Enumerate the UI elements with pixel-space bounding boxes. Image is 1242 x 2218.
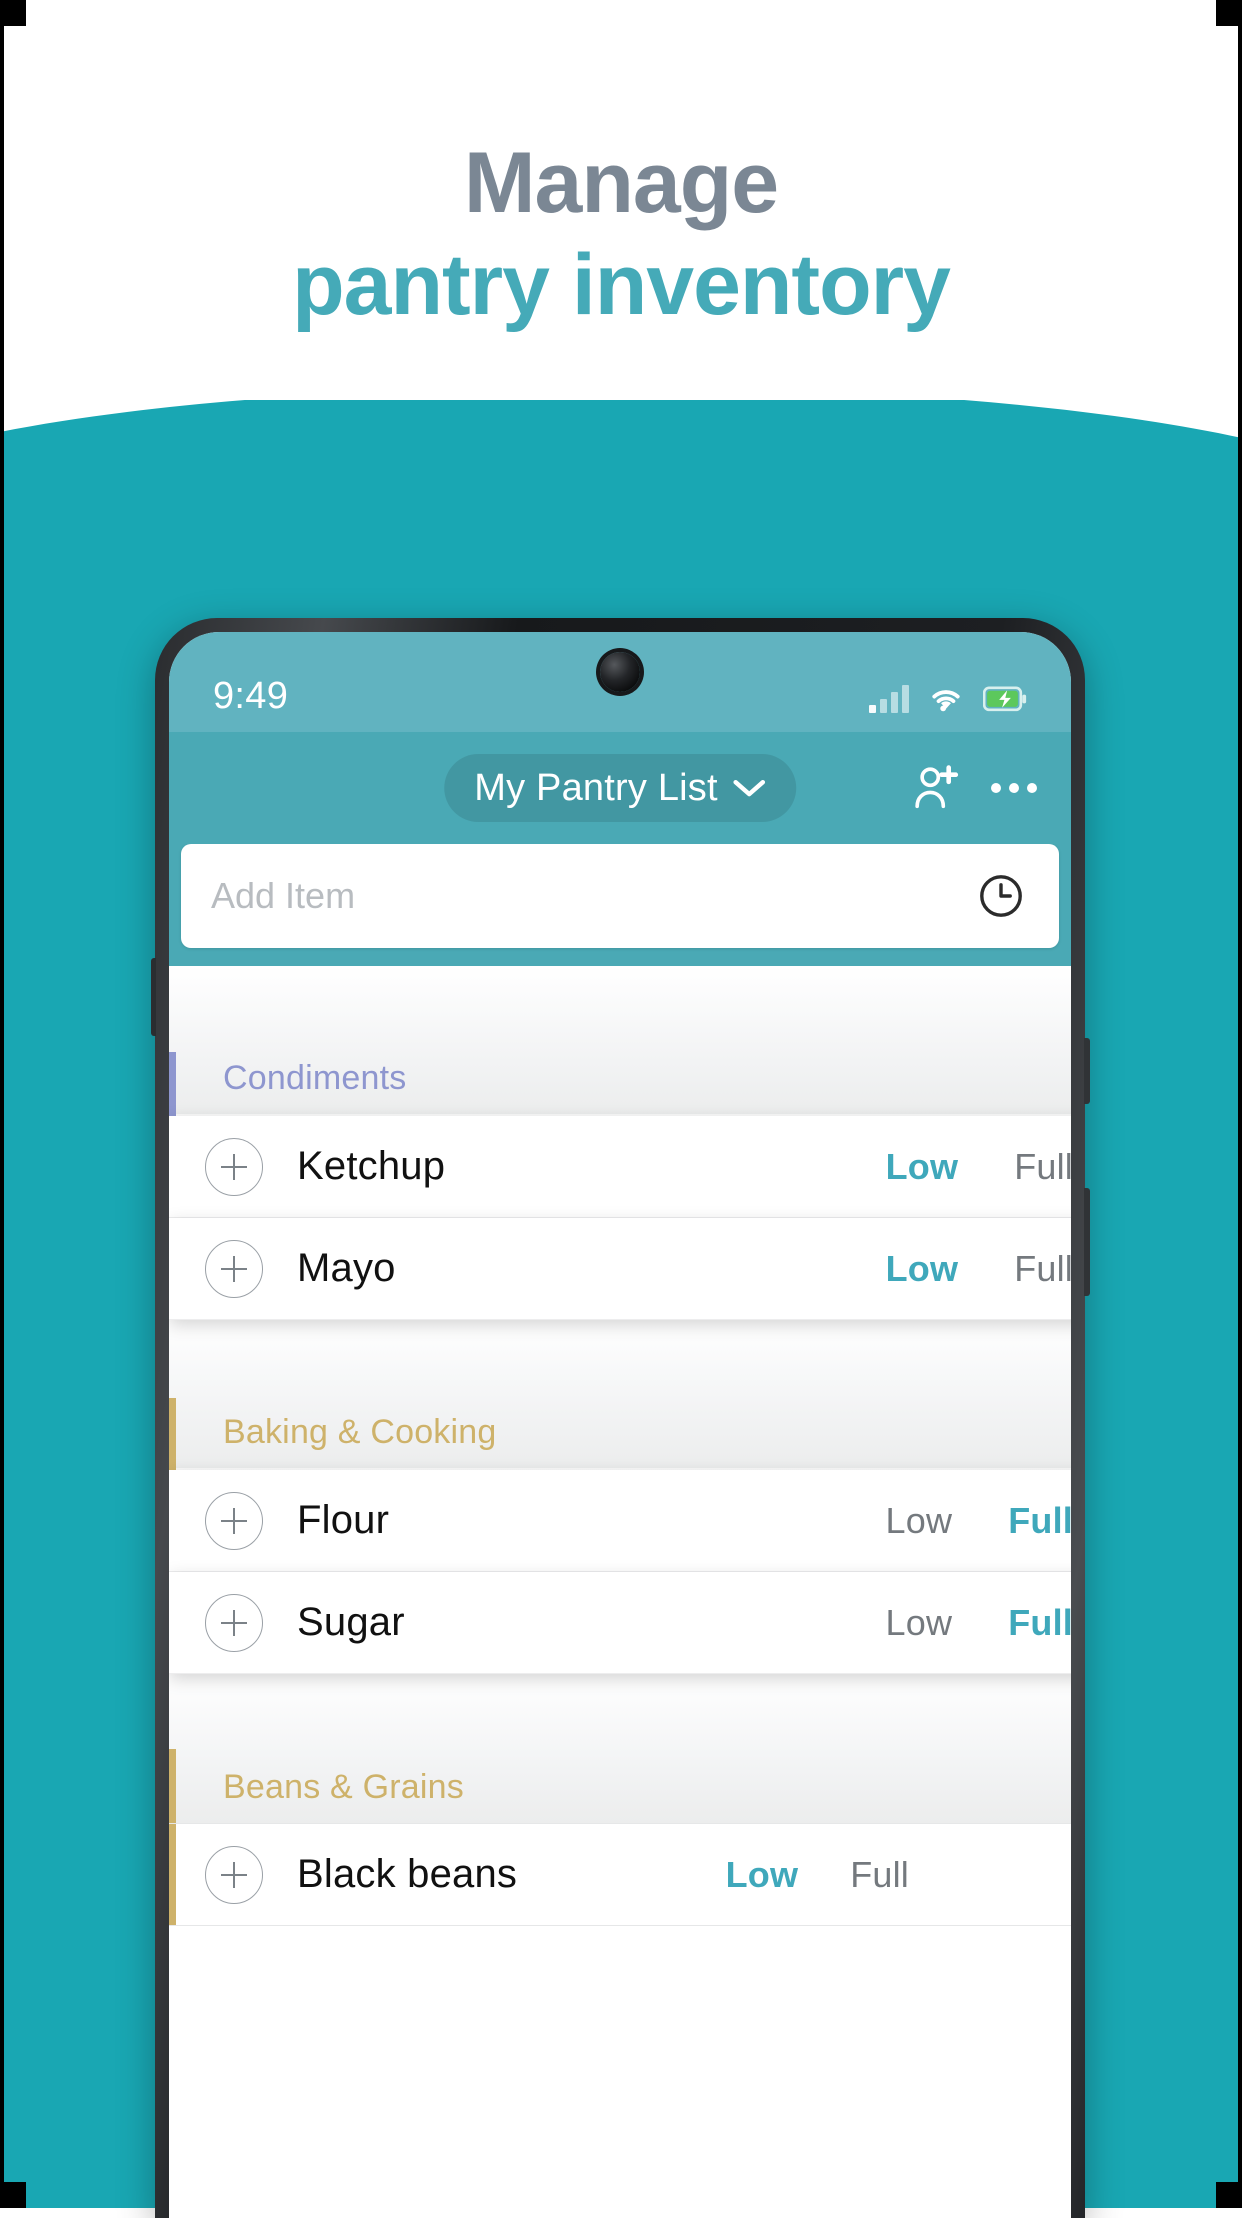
section-header-baking: Baking & Cooking <box>169 1318 1071 1468</box>
state-low[interactable]: Low <box>726 1854 799 1896</box>
table-row[interactable]: Ketchup Low Full <box>169 1116 1071 1218</box>
section-accent-bar <box>169 1749 176 1823</box>
add-quantity-button[interactable] <box>205 1239 263 1298</box>
pantry-list: Condiments Ketchup Low Full Mayo Low Ful… <box>169 966 1071 2218</box>
chevron-down-icon <box>732 780 765 797</box>
canvas-edge-left <box>0 0 4 2208</box>
list-empty-area <box>169 1926 1071 2218</box>
table-row[interactable]: Flour Low Full <box>169 1470 1071 1572</box>
list-selector-label: My Pantry List <box>474 766 718 809</box>
add-person-icon <box>915 765 959 809</box>
item-name: Flour <box>297 1498 390 1542</box>
state-full[interactable]: Full <box>1014 1146 1071 1188</box>
plus-icon-vertical <box>233 1255 235 1282</box>
state-full[interactable]: Full <box>1014 1248 1071 1290</box>
more-options-icon <box>991 783 1001 793</box>
more-options-icon-dot-2 <box>1009 783 1019 793</box>
section-accent-bar <box>169 1398 176 1468</box>
side-button-left[interactable] <box>151 958 156 1036</box>
canvas-edge-right <box>1238 0 1242 2208</box>
canvas-corner-top-right <box>1216 0 1242 26</box>
state-full[interactable]: Full <box>1008 1500 1071 1542</box>
add-quantity-button[interactable] <box>205 1593 263 1652</box>
item-state-toggle: Low Full <box>886 1602 1071 1644</box>
item-state-toggle: Low Full <box>886 1146 1071 1188</box>
state-low[interactable]: Low <box>886 1146 959 1188</box>
add-item-bar[interactable] <box>181 844 1059 948</box>
status-bar: 9:49 <box>169 632 1071 732</box>
more-options-button[interactable] <box>991 783 1037 793</box>
phone-screen: 9:49 My Pantry List Add Item Condiments … <box>169 632 1071 2218</box>
canvas-corner-top-left <box>0 0 26 26</box>
item-state-toggle: Low Full <box>726 1854 1071 1896</box>
plus-icon-vertical <box>233 1153 235 1180</box>
status-icons <box>869 683 1027 718</box>
state-full[interactable]: Full <box>850 1854 909 1896</box>
section-header-beans: Beans & Grains <box>169 1672 1071 1824</box>
table-row[interactable]: Black beans Low Full <box>169 1824 1071 1926</box>
add-quantity-button[interactable] <box>205 1491 263 1550</box>
table-row[interactable]: Mayo Low Full <box>169 1218 1071 1320</box>
add-quantity-button[interactable] <box>205 1845 263 1904</box>
battery-charging-icon <box>983 686 1027 712</box>
front-camera-punch-hole <box>600 652 640 692</box>
volume-button[interactable] <box>1084 1188 1090 1296</box>
app-header: My Pantry List <box>169 732 1071 844</box>
hero-headline-line-2: pantry inventory <box>292 237 951 333</box>
add-person-button[interactable] <box>911 763 961 813</box>
item-name: Black beans <box>297 1852 518 1896</box>
row-accent-bar <box>169 1824 176 1925</box>
status-time: 9:49 <box>213 675 289 717</box>
wifi-icon <box>932 690 960 712</box>
section-title: Baking & Cooking <box>223 1413 497 1451</box>
signal-bars-icon <box>869 685 909 713</box>
state-low[interactable]: Low <box>886 1602 953 1644</box>
plus-icon-vertical <box>233 1507 235 1534</box>
hero-headline-line-1: Manage <box>463 135 779 231</box>
power-button[interactable] <box>1084 1038 1090 1104</box>
item-name: Mayo <box>297 1246 396 1290</box>
add-quantity-button[interactable] <box>205 1137 263 1196</box>
state-full[interactable]: Full <box>1008 1602 1071 1644</box>
phone-mockup: 9:49 My Pantry List Add Item Condiments … <box>151 618 1090 2218</box>
item-state-toggle: Low Full <box>886 1248 1071 1290</box>
table-row[interactable]: Sugar Low Full <box>169 1572 1071 1674</box>
section-title: Beans & Grains <box>223 1768 464 1806</box>
add-item-bar-wrapper <box>169 844 1071 966</box>
canvas-corner-bottom-right <box>1216 2182 1242 2208</box>
state-low[interactable]: Low <box>886 1500 953 1542</box>
section-accent-bar <box>169 1052 176 1114</box>
clock-history-icon[interactable] <box>977 872 1025 920</box>
more-options-icon-dot-3 <box>1027 783 1037 793</box>
list-selector-pill[interactable]: My Pantry List <box>444 754 796 822</box>
state-low[interactable]: Low <box>886 1248 959 1290</box>
plus-icon-vertical <box>233 1609 235 1636</box>
section-header-condiments: Condiments <box>169 966 1071 1114</box>
item-name: Ketchup <box>297 1144 446 1188</box>
item-name: Sugar <box>297 1600 405 1644</box>
section-title: Condiments <box>223 1059 407 1097</box>
item-state-toggle: Low Full <box>886 1500 1071 1542</box>
add-item-input[interactable] <box>211 875 977 917</box>
canvas-corner-bottom-left <box>0 2182 26 2208</box>
hero-banner: Manage pantry inventory <box>0 0 1242 470</box>
plus-icon-vertical <box>233 1861 235 1888</box>
